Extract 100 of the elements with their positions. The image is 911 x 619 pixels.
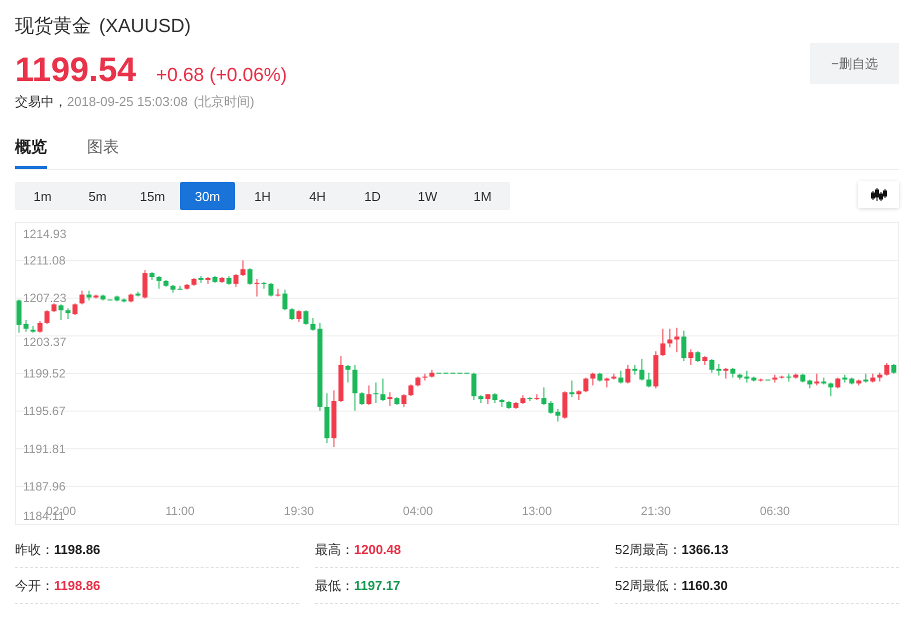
candlestick bbox=[604, 377, 610, 388]
candlestick bbox=[779, 375, 784, 380]
candlestick bbox=[891, 363, 896, 374]
candlestick bbox=[828, 382, 834, 397]
period-button[interactable]: 1M bbox=[455, 182, 510, 210]
candlestick bbox=[688, 348, 694, 366]
candlestick bbox=[345, 364, 350, 383]
candlestick bbox=[506, 400, 512, 410]
stat-value: 1198.86 bbox=[54, 542, 100, 557]
candlestick bbox=[338, 356, 344, 403]
candlestick bbox=[751, 376, 756, 382]
stat-value: 1198.86 bbox=[54, 578, 100, 593]
axis-label: 11:00 bbox=[165, 504, 195, 518]
axis-label: 1187.96 bbox=[23, 479, 66, 494]
candlestick bbox=[541, 386, 546, 406]
stat-label: 52周最高： bbox=[615, 540, 682, 558]
candlestick bbox=[478, 394, 484, 404]
stat-label: 52周最低： bbox=[615, 576, 682, 594]
candlestick bbox=[492, 392, 498, 404]
candlestick bbox=[24, 319, 28, 332]
candlestick bbox=[597, 372, 602, 382]
candlestick bbox=[268, 282, 274, 298]
candlestick bbox=[772, 374, 778, 383]
candlestick bbox=[108, 299, 112, 300]
candlestick bbox=[723, 367, 728, 380]
candlestick bbox=[618, 370, 624, 384]
candlestick bbox=[114, 295, 120, 302]
period-button[interactable]: 1D bbox=[345, 182, 400, 210]
candlestick bbox=[415, 376, 420, 387]
candlestick bbox=[877, 372, 882, 382]
instrument-name: 现货黄金 bbox=[15, 15, 91, 39]
candlestick bbox=[66, 308, 70, 320]
stat-value: 1197.17 bbox=[354, 578, 400, 593]
tab[interactable]: 图表 bbox=[87, 130, 119, 169]
candlestick bbox=[695, 350, 700, 362]
remove-watchlist-button[interactable]: −删自选 bbox=[810, 43, 899, 84]
chart-type-button[interactable] bbox=[858, 181, 899, 208]
candlestick bbox=[261, 281, 266, 290]
candlestick bbox=[765, 380, 770, 381]
candlestick bbox=[331, 390, 336, 448]
candlestick bbox=[611, 373, 616, 380]
period-button[interactable]: 5m bbox=[70, 182, 125, 210]
timezone-note: (北京时间) bbox=[194, 93, 254, 111]
candlestick bbox=[94, 294, 98, 299]
axis-label: 1211.08 bbox=[23, 254, 66, 268]
period-button[interactable]: 4H bbox=[290, 182, 345, 210]
candlestick bbox=[555, 408, 560, 422]
candlestick bbox=[681, 330, 686, 362]
candlestick bbox=[485, 394, 490, 404]
candlestick bbox=[562, 390, 568, 420]
axis-label: 1214.93 bbox=[23, 227, 66, 241]
candlestick bbox=[814, 373, 820, 386]
period-button[interactable]: 1H bbox=[235, 182, 290, 210]
candlestick bbox=[163, 279, 168, 288]
candlestick bbox=[80, 290, 84, 305]
tab[interactable]: 概览 bbox=[15, 130, 47, 169]
period-button[interactable]: 1W bbox=[400, 182, 455, 210]
period-button[interactable]: 15m bbox=[125, 182, 180, 210]
axis-label: 19:30 bbox=[284, 504, 314, 518]
candlestick bbox=[310, 318, 316, 332]
axis-label: 1195.67 bbox=[23, 404, 66, 418]
candlestick-chart-icon bbox=[870, 188, 886, 202]
candlestick bbox=[366, 384, 372, 406]
candlestick bbox=[849, 377, 854, 385]
candlestick bbox=[324, 392, 330, 444]
candlestick bbox=[44, 310, 50, 324]
candlestick bbox=[247, 268, 252, 286]
axis-label: 1203.37 bbox=[23, 334, 66, 349]
stat-value: 1366.13 bbox=[681, 542, 728, 557]
candlestick bbox=[198, 276, 204, 284]
candlestick bbox=[149, 272, 154, 280]
instrument-symbol: (XAUUSD) bbox=[99, 15, 191, 39]
candlestick bbox=[667, 328, 672, 348]
axis-label: 21:30 bbox=[640, 504, 671, 518]
candlestick bbox=[401, 394, 406, 408]
period-button[interactable]: 30m bbox=[180, 182, 235, 210]
period-button[interactable]: 1m bbox=[15, 182, 70, 210]
candlestick bbox=[534, 394, 540, 401]
candlestick bbox=[653, 350, 658, 389]
candlestick bbox=[352, 364, 358, 412]
candlestick bbox=[737, 373, 742, 380]
candlestick bbox=[254, 278, 260, 298]
candlestick bbox=[170, 284, 176, 294]
stat-label: 昨收： bbox=[15, 540, 54, 558]
candlestick bbox=[884, 362, 890, 376]
candlestick bbox=[394, 396, 400, 406]
timestamp: 2018-09-25 15:03:08 bbox=[67, 93, 188, 111]
stat-value: 1160.30 bbox=[681, 578, 728, 593]
axis-label: 1199.52 bbox=[23, 366, 66, 380]
price-change: +0.68 (+0.06%) bbox=[156, 65, 288, 87]
candlestick bbox=[835, 377, 840, 389]
candlestick bbox=[100, 294, 106, 301]
candlestick bbox=[135, 291, 140, 298]
candlestick bbox=[730, 367, 736, 378]
candlestick bbox=[226, 276, 232, 286]
candlestick bbox=[184, 283, 190, 290]
candlestick bbox=[30, 325, 36, 334]
candlestick bbox=[807, 379, 812, 389]
candlestick bbox=[639, 358, 644, 382]
candlestick bbox=[569, 380, 574, 398]
